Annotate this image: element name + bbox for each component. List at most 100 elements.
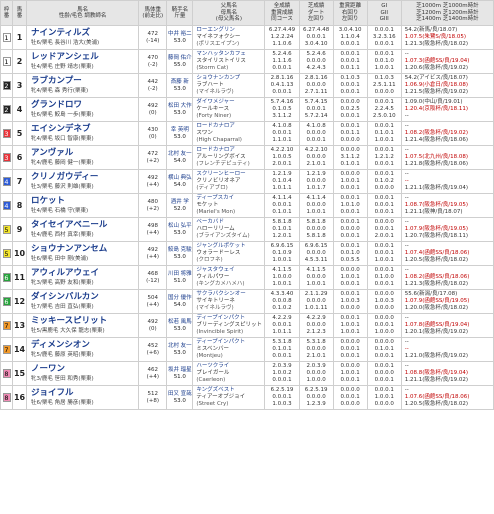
horse-name-link[interactable]: ナインティルズ bbox=[31, 28, 138, 39]
jockey-name-link[interactable]: 川田 将雅 bbox=[168, 271, 192, 278]
jockey-name-link[interactable]: 鮫島 克駿 bbox=[168, 247, 192, 254]
jockey-name-link[interactable]: 松山 弘平 bbox=[168, 223, 192, 230]
weight-cell: 480 (+2) bbox=[138, 193, 168, 218]
best-time-cell: -- 1.07.3(函館SS/良/19.04) 1.20.6(阪急杯/良/19.02… bbox=[400, 49, 494, 74]
sire-link[interactable]: ジャスタウェイ bbox=[196, 267, 264, 274]
turf-dirt-values: 4.1.1.4 0.0.0.0 1.0.0.1 bbox=[306, 195, 326, 215]
jockey-name-link[interactable]: 田又 宣哉 bbox=[168, 391, 192, 398]
dam-name: ラブハート bbox=[196, 82, 224, 88]
horse-name-link[interactable]: レッドアンシェル bbox=[31, 52, 138, 63]
header-pace: 重賞距離 右回り 左回り bbox=[332, 0, 368, 26]
jockey-name-link[interactable]: 松田 大作 bbox=[168, 103, 192, 110]
jockey-name-link[interactable]: 北村 友一 bbox=[168, 151, 192, 158]
pedigree-cell: マンハッタンカフェ スタイリストイリス (Storm Cat) bbox=[192, 49, 266, 74]
horse-name-link[interactable]: クリノガウディー bbox=[31, 172, 138, 183]
sire-link[interactable]: キングズベスト bbox=[196, 387, 264, 394]
jockey-name-link[interactable]: 幸 英明 bbox=[168, 127, 192, 134]
record-cell: 6.9.6.15 0.1.0.9 1.0.0.1 bbox=[264, 241, 300, 266]
horse-name-link[interactable]: ラブカンプー bbox=[31, 76, 138, 87]
sire-link[interactable]: ロードカナロア bbox=[196, 123, 264, 130]
sire-link[interactable]: マンハッタンカフェ bbox=[196, 51, 264, 58]
horse-name-link[interactable]: ノーワン bbox=[31, 364, 138, 375]
waku-cell: 3 bbox=[0, 145, 14, 170]
jockey-name-link[interactable]: 松若 風馬 bbox=[168, 319, 192, 326]
sire-link[interactable]: ショウナンカンプ bbox=[196, 75, 264, 82]
table-row: 7 13 ミッキースピリット 牡5/黒鹿毛 大久保 龍志(栗東) 492 (0) 松若 風馬… bbox=[0, 313, 494, 338]
jockey-name-link[interactable]: 横山 典弘 bbox=[168, 175, 192, 182]
jockey-name-link[interactable]: 酒井 学 bbox=[168, 199, 192, 206]
horse-name-link[interactable]: アウィルアウェイ bbox=[31, 268, 138, 279]
weight-diff: (+2) bbox=[146, 205, 159, 212]
horse-name-link[interactable]: グランドロワ bbox=[31, 100, 138, 111]
jockey-cell: 北村 友一 53.0 bbox=[166, 337, 194, 362]
horse-name-link[interactable]: ショウナンアンセム bbox=[31, 244, 138, 255]
dam-name: クリノビリオネア bbox=[196, 178, 241, 184]
sire-link[interactable]: ダイワメジャー bbox=[196, 99, 264, 106]
table-row: 1 2 レッドアンシェル 牡4/栗毛 庄野 靖志(栗東) 470 (-2) 藤岡 佑介 55.… bbox=[0, 49, 494, 74]
best-time-cell: -- 1.07.5(北九州/良/18.08) 1.21.8(阪急杯/良/18.06) bbox=[400, 145, 494, 170]
waku-cell: 2 bbox=[0, 97, 14, 122]
best-1200: 1.07.3(函館SS/良/19.04) bbox=[404, 58, 470, 64]
dam-name: ウィルパワー bbox=[196, 274, 230, 280]
uma-number: 8 bbox=[12, 193, 28, 218]
jockey-name-link[interactable]: 中井 裕二 bbox=[168, 31, 192, 38]
record-values: 4.2.2.9 0.0.0.1 1.0.1.1 bbox=[272, 315, 292, 335]
best-1200: 1.07.6(函館SS/良/18.06) bbox=[404, 394, 470, 400]
pace-values: 0.0.0.1 1.0.0.3 0.0.0.0 bbox=[340, 291, 360, 311]
horse-name-link[interactable]: ロケット bbox=[31, 196, 138, 207]
record-cell: 6.27.4.49 1.2.2.24 1.1.0.6 bbox=[264, 25, 300, 50]
grade-cell: 0.0.0.1 3.2.3.16 0.0.0.1 bbox=[366, 25, 402, 50]
jockey-name-link[interactable]: 北村 友一 bbox=[168, 343, 192, 350]
sire-link[interactable]: スクリーンヒーロー bbox=[196, 171, 264, 178]
horse-name-link[interactable]: エイシンデネブ bbox=[31, 124, 138, 135]
record-cell: 5.7.4.16 0.1.0.5 3.1.1.2 bbox=[264, 97, 300, 122]
sire-link[interactable]: ベーカバド bbox=[196, 219, 264, 226]
header-grade: GI GII GIII bbox=[366, 0, 402, 26]
horse-weight: 472 bbox=[147, 30, 159, 37]
horse-name-link[interactable]: ダイシンバルカン bbox=[31, 292, 138, 303]
jockey-name-link[interactable]: 藤岡 佑介 bbox=[168, 55, 192, 62]
best-1200: 1.07.9(阪急杯/良/19.05) bbox=[404, 226, 468, 232]
waku-cell: 8 bbox=[0, 361, 14, 386]
waku-badge: 4 bbox=[2, 177, 11, 186]
best-1400: 1.20.6(阪急杯/良/19.02) bbox=[404, 65, 468, 71]
turf-dirt-cell: 4.2.2.9 0.0.0.0 2.1.2.3 bbox=[298, 313, 334, 338]
sire-link[interactable]: ディープスカイ bbox=[196, 195, 264, 202]
horse-name-link[interactable]: ミッキースピリット bbox=[31, 316, 138, 327]
horse-name-link[interactable]: ジョイフル bbox=[31, 388, 138, 399]
sire-link[interactable]: ジャングルポケット bbox=[196, 243, 264, 250]
sire-link[interactable]: ディープインパクト bbox=[196, 339, 264, 346]
jockey-name-link[interactable]: 坂井 瑠星 bbox=[168, 367, 192, 374]
sire-link[interactable]: ローエングリン bbox=[196, 27, 264, 34]
pace-values: 0.1.0.3 0.0.0.1 0.0.0.1 bbox=[340, 75, 360, 95]
best-1000: -- bbox=[404, 267, 409, 273]
waku-badge: 4 bbox=[2, 201, 11, 210]
dam-name: スタイリストイリス bbox=[196, 58, 246, 64]
horse-name-link[interactable]: ディメンシオン bbox=[31, 340, 138, 351]
jockey-name-link[interactable]: 斎藤 新 bbox=[168, 79, 192, 86]
horse-name-link[interactable]: タイセイアベニール bbox=[31, 220, 138, 231]
record-cell: 4.3.3.40 0.0.0.8 0.1.0.2 bbox=[264, 289, 300, 314]
jockey-cell: 酒井 学 52.0 bbox=[166, 193, 194, 218]
best-1000: -- bbox=[404, 243, 409, 249]
grade-values: 0.0.0.1 3.2.3.16 0.0.0.1 bbox=[372, 27, 396, 47]
weight-diff: (+8) bbox=[146, 397, 159, 404]
sire-link[interactable]: サクラバクシンオー bbox=[196, 291, 264, 298]
sire-link[interactable]: ロードカナロア bbox=[196, 147, 264, 154]
weight-cell: 492 (+4) bbox=[138, 169, 168, 194]
horse-info: 牡4/栗毛 庄野 靖志(栗東) bbox=[31, 64, 94, 70]
jockey-cell: 斎藤 新 53.0 bbox=[166, 73, 194, 98]
dam-sire: (Invincible Spirit) bbox=[196, 329, 244, 335]
pace-cell: 0.0.0.0 3.1.1.2 0.1.0.1 bbox=[332, 145, 368, 170]
jockey-name-link[interactable]: 国分 優作 bbox=[168, 295, 192, 302]
sire-link[interactable]: ディープインパクト bbox=[196, 315, 264, 322]
record-cell: 6.2.5.19 0.0.0.1 1.0.0.3 bbox=[264, 385, 300, 410]
horse-name-link[interactable]: アンヴァル bbox=[31, 148, 138, 159]
best-1200: 1.20.4(京阪杯/良/18.11) bbox=[404, 106, 468, 112]
sire-link[interactable]: ハーツクライ bbox=[196, 363, 264, 370]
best-1400: 1.21.0(阪急杯/良/19.02) bbox=[404, 353, 468, 359]
best-1400: 1.20.5(阪急杯/良/18.02) bbox=[404, 401, 468, 407]
weight-cell: 442 (-2) bbox=[138, 73, 168, 98]
best-1000: -- bbox=[404, 51, 409, 57]
best-1000: -- bbox=[404, 339, 409, 345]
